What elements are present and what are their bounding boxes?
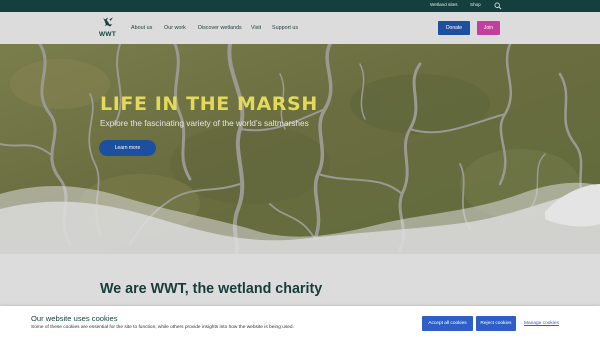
wetland-sites-link[interactable]: Wetland sites: [430, 2, 458, 7]
search-icon[interactable]: [494, 2, 502, 10]
logo-wordmark: WWT: [99, 31, 117, 38]
nav-support-us[interactable]: Support us: [272, 25, 298, 31]
site-header: WWT About us Our work Discover wetlands …: [0, 12, 600, 44]
cookie-banner: Our website uses cookies Some of these c…: [0, 306, 600, 338]
accept-all-cookies-button[interactable]: Accept all cookies: [422, 316, 473, 331]
nav-about-us[interactable]: About us: [131, 25, 152, 31]
hero-wave-divider: [0, 182, 600, 254]
nav-discover-wetlands[interactable]: Discover wetlands: [198, 25, 242, 31]
shop-link[interactable]: Shop: [470, 2, 481, 7]
nav-our-work[interactable]: Our work: [164, 25, 186, 31]
cookie-title: Our website uses cookies: [31, 314, 118, 323]
cookie-description: Some of these cookies are essential for …: [31, 325, 294, 330]
donate-button[interactable]: Donate: [438, 21, 470, 35]
join-button[interactable]: Join: [477, 21, 500, 35]
utility-bar: Wetland sites Shop: [0, 0, 600, 12]
manage-cookies-link[interactable]: Manage cookies: [524, 321, 559, 326]
reject-cookies-button[interactable]: Reject cookies: [476, 316, 516, 331]
nav-visit[interactable]: Visit: [251, 25, 261, 31]
wwt-logo[interactable]: WWT: [97, 16, 119, 40]
swan-logo-icon: [103, 17, 113, 27]
page-heading: We are WWT, the wetland charity: [100, 281, 323, 297]
